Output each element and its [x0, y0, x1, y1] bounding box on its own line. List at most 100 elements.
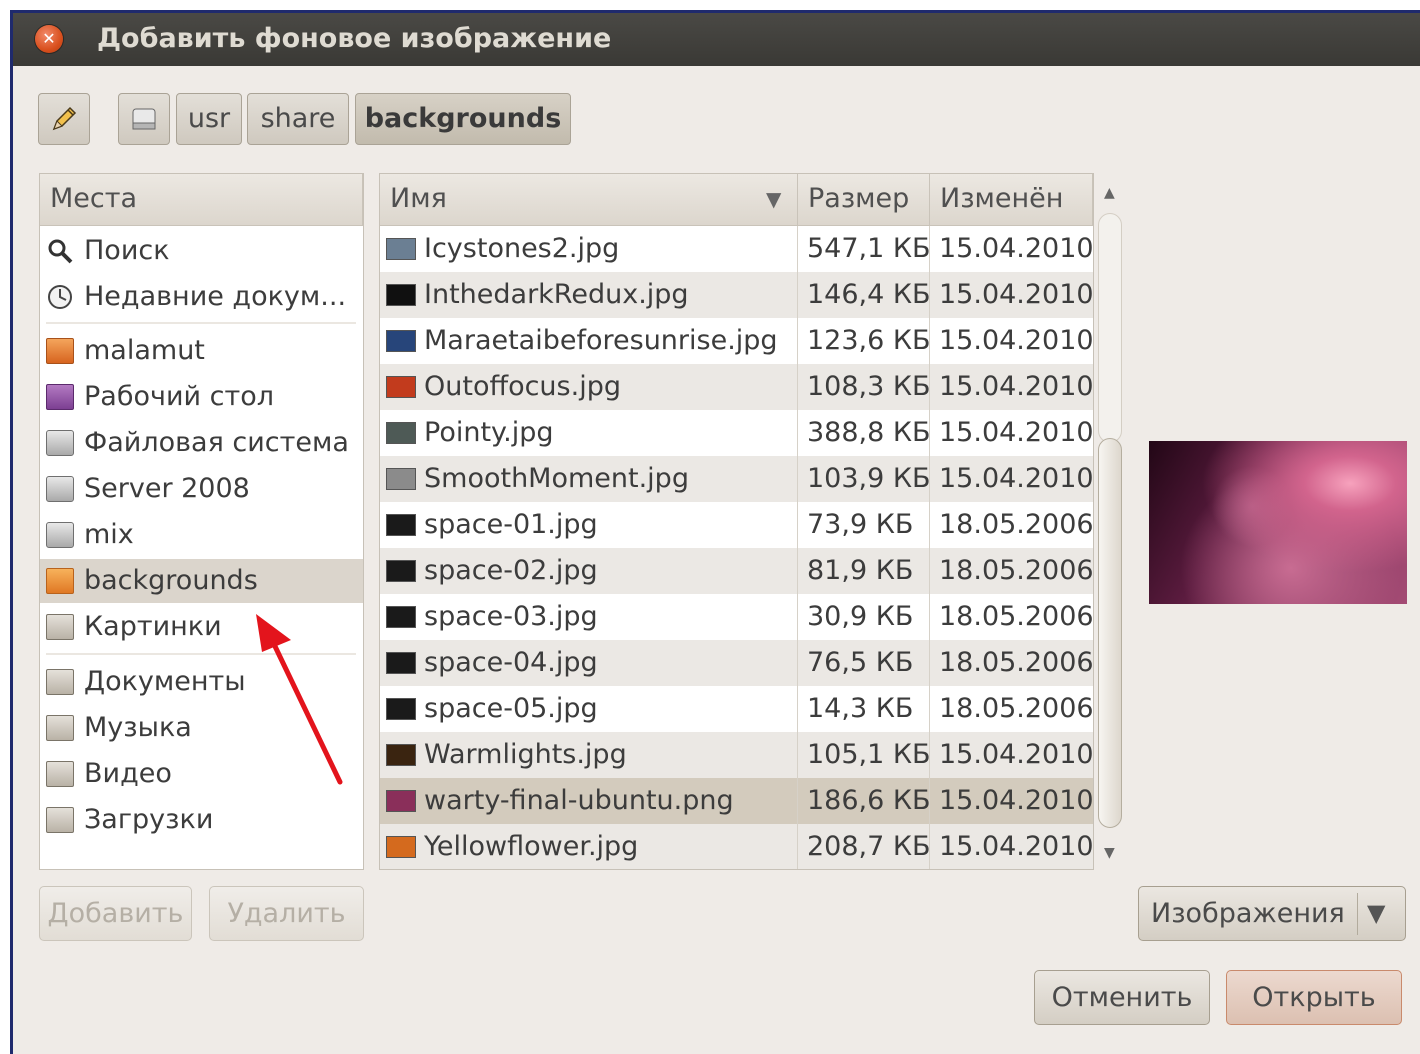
file-thumbnail-icon — [386, 422, 416, 444]
sidebar-item-label: Документы — [84, 666, 246, 697]
column-header-name[interactable]: Имя ▼ — [380, 174, 798, 226]
file-name: Pointy.jpg — [424, 417, 554, 448]
scrollbar-track[interactable] — [1098, 213, 1122, 443]
file-type-filter[interactable]: Изображения ▼ — [1138, 886, 1406, 941]
file-size: 186,6 КБ — [807, 785, 931, 816]
pencil-icon — [52, 106, 77, 131]
file-row[interactable]: space-03.jpg 30,9 КБ 18.05.2006 — [380, 594, 1093, 640]
scroll-down-icon[interactable]: ▼ — [1104, 845, 1115, 861]
home-folder-icon — [46, 338, 74, 364]
open-button[interactable]: Открыть — [1226, 970, 1402, 1025]
sidebar-item-label: Видео — [84, 758, 172, 789]
scroll-up-icon[interactable]: ▲ — [1104, 185, 1115, 201]
file-modified: 15.04.2010 — [939, 371, 1094, 402]
file-name: InthedarkRedux.jpg — [424, 279, 689, 310]
file-row[interactable]: space-05.jpg 14,3 КБ 18.05.2006 — [380, 686, 1093, 732]
file-row[interactable]: space-02.jpg 81,9 КБ 18.05.2006 — [380, 548, 1093, 594]
file-modified: 15.04.2010 — [939, 417, 1094, 448]
recent-icon — [48, 285, 72, 309]
file-row[interactable]: space-04.jpg 76,5 КБ 18.05.2006 — [380, 640, 1093, 686]
path-root-button[interactable] — [118, 93, 170, 145]
file-name: Outoffocus.jpg — [424, 371, 621, 402]
sidebar-item-label: Загрузки — [84, 804, 214, 835]
file-name: space-01.jpg — [424, 509, 598, 540]
file-size: 146,4 КБ — [807, 279, 931, 310]
places-header[interactable]: Места — [40, 174, 363, 226]
sort-descending-icon: ▼ — [766, 187, 782, 211]
add-bookmark-button[interactable]: Добавить — [39, 886, 192, 941]
file-name: Icystones2.jpg — [424, 233, 620, 264]
search-icon — [48, 239, 73, 264]
sidebar-item-video[interactable]: Видео — [40, 752, 363, 796]
sidebar-item-documents[interactable]: Документы — [40, 660, 363, 704]
sidebar-item-label: Поиск — [84, 235, 170, 266]
file-thumbnail-icon — [386, 836, 416, 858]
file-modified: 18.05.2006 — [939, 647, 1094, 678]
file-row[interactable]: space-01.jpg 73,9 КБ 18.05.2006 — [380, 502, 1093, 548]
file-row[interactable]: SmoothMoment.jpg 103,9 КБ 15.04.2010 — [380, 456, 1093, 502]
sidebar-item-pictures[interactable]: Картинки — [40, 605, 363, 649]
file-row[interactable]: warty-final-ubuntu.png 186,6 КБ 15.04.2010 — [380, 778, 1093, 824]
file-size: 208,7 КБ — [807, 831, 931, 862]
file-name: space-05.jpg — [424, 693, 598, 724]
sidebar-item-home[interactable]: malamut — [40, 329, 363, 373]
sidebar-item-music[interactable]: Музыка — [40, 706, 363, 750]
file-list: Имя ▼ Размер Изменён Icystones2.jpg 547,1… — [379, 173, 1094, 870]
file-name: space-02.jpg — [424, 555, 598, 586]
file-row[interactable]: Icystones2.jpg 547,1 КБ 15.04.2010 — [380, 226, 1093, 272]
music-folder-icon — [46, 715, 74, 741]
sidebar-item-server-2008[interactable]: Server 2008 — [40, 467, 363, 511]
combo-separator — [1357, 893, 1358, 935]
sidebar-item-backgrounds[interactable]: backgrounds — [40, 559, 363, 603]
path-segment-backgrounds[interactable]: backgrounds — [355, 93, 571, 145]
desktop-icon — [46, 384, 74, 410]
file-size: 30,9 КБ — [807, 601, 914, 632]
drive-icon — [46, 522, 74, 548]
sidebar-separator — [46, 322, 356, 324]
file-size: 388,8 КБ — [807, 417, 931, 448]
sidebar-item-filesystem[interactable]: Файловая система — [40, 421, 363, 465]
file-name: Yellowflower.jpg — [424, 831, 639, 862]
drive-icon — [46, 430, 74, 456]
file-thumbnail-icon — [386, 376, 416, 398]
cancel-button[interactable]: Отменить — [1034, 970, 1210, 1025]
file-list-scrollbar[interactable]: ▲ ▼ — [1095, 173, 1125, 870]
sidebar-separator — [46, 653, 356, 655]
file-row[interactable]: Pointy.jpg 388,8 КБ 15.04.2010 — [380, 410, 1093, 456]
pictures-folder-icon — [46, 614, 74, 640]
window-title: Добавить фоновое изображение — [97, 23, 612, 54]
column-header-modified[interactable]: Изменён — [930, 174, 1093, 226]
file-row[interactable]: Maraetaibeforesunrise.jpg 123,6 КБ 15.04.2… — [380, 318, 1093, 364]
sidebar-item-downloads[interactable]: Загрузки — [40, 798, 363, 842]
remove-bookmark-button[interactable]: Удалить — [209, 886, 364, 941]
sidebar-item-label: Server 2008 — [84, 473, 250, 504]
close-icon[interactable]: ✕ — [35, 25, 63, 53]
sidebar-item-recent[interactable]: Недавние докум... — [40, 275, 363, 319]
file-modified: 15.04.2010 — [939, 831, 1094, 862]
sidebar-item-search[interactable]: Поиск — [40, 229, 363, 273]
file-size: 103,9 КБ — [807, 463, 931, 494]
path-segment-usr[interactable]: usr — [176, 93, 242, 145]
sidebar-item-label: backgrounds — [84, 565, 258, 596]
column-header-size[interactable]: Размер — [798, 174, 930, 226]
sidebar-item-mix[interactable]: mix — [40, 513, 363, 557]
file-chooser-dialog: ✕ Добавить фоновое изображение usr share… — [10, 10, 1420, 1054]
sidebar-item-label: Недавние докум... — [84, 281, 347, 312]
path-segment-share[interactable]: share — [247, 93, 349, 145]
sidebar-item-desktop[interactable]: Рабочий стол — [40, 375, 363, 419]
file-row[interactable]: Outoffocus.jpg 108,3 КБ 15.04.2010 — [380, 364, 1093, 410]
file-thumbnail-icon — [386, 560, 416, 582]
edit-location-button[interactable] — [38, 93, 90, 145]
file-row[interactable]: Warmlights.jpg 105,1 КБ 15.04.2010 — [380, 732, 1093, 778]
file-modified: 15.04.2010 — [939, 279, 1094, 310]
file-size: 105,1 КБ — [807, 739, 931, 770]
column-divider — [797, 226, 798, 869]
file-row[interactable]: InthedarkRedux.jpg 146,4 КБ 15.04.2010 — [380, 272, 1093, 318]
file-name: space-03.jpg — [424, 601, 598, 632]
file-size: 108,3 КБ — [807, 371, 931, 402]
scrollbar-thumb[interactable] — [1098, 438, 1122, 828]
file-size: 547,1 КБ — [807, 233, 931, 264]
file-row[interactable]: Yellowflower.jpg 208,7 КБ 15.04.2010 — [380, 824, 1094, 869]
file-thumbnail-icon — [386, 330, 416, 352]
folder-icon — [46, 568, 74, 594]
